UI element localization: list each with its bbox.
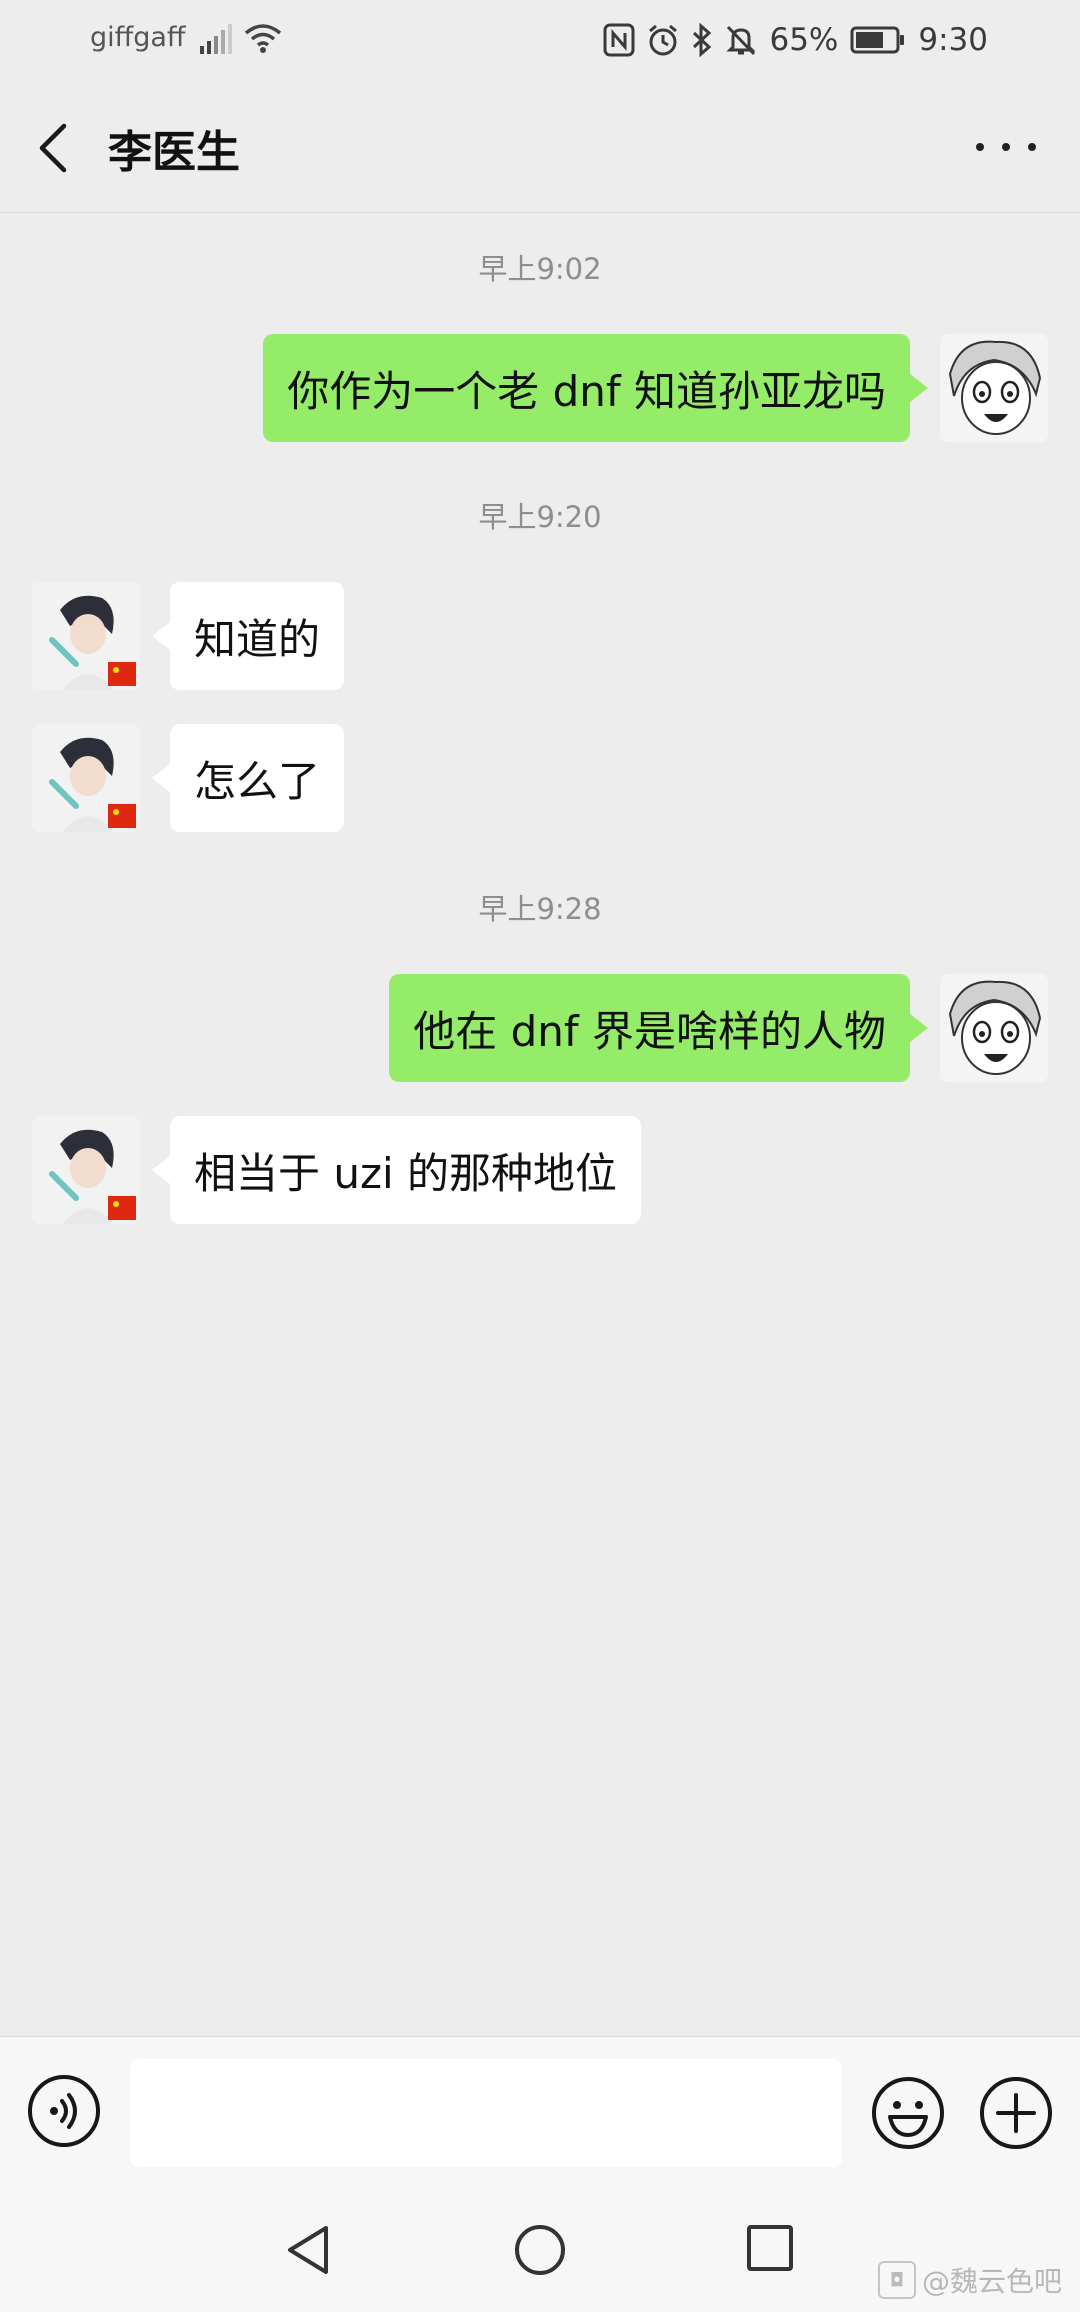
chat-header: 李医生 [0,80,1080,213]
message-text: 知道的 [194,614,321,664]
plus-icon[interactable] [978,2075,1054,2151]
clock-time: 9:30 [918,22,988,58]
timestamp: 早上9:28 [478,892,602,926]
system-nav-bar: ◘ @魏云色吧 [0,2196,1080,2312]
status-bar: giffgaff 65% 9:30 [0,0,1080,80]
message-bubble-incoming[interactable]: 怎么了 [151,724,345,832]
nav-home-icon[interactable] [514,2224,566,2276]
contact-avatar[interactable] [32,582,140,690]
message-bubble-outgoing[interactable]: 他在 dnf 界是啥样的人物 [389,974,928,1082]
my-avatar[interactable] [940,334,1048,442]
my-avatar[interactable] [940,974,1048,1082]
watermark-logo-icon: ◘ [877,2261,916,2299]
alarm-icon [649,24,678,56]
signal-icon [200,24,232,54]
more-dots-icon[interactable] [976,132,1036,162]
timestamp: 早上9:02 [478,252,602,286]
message-bubble-incoming[interactable]: 相当于 uzi 的那种地位 [151,1116,642,1224]
status-icons: 65% 9:30 [603,18,988,62]
chevron-left-icon[interactable] [34,120,74,176]
message-text: 你作为一个老 dnf 知道孙亚龙吗 [287,366,886,416]
chat-title: 李医生 [108,127,240,178]
wifi-icon [244,24,282,53]
battery-percent: 65% [769,22,839,58]
contact-avatar[interactable] [32,1116,140,1224]
nav-recent-icon[interactable] [746,2224,794,2272]
message-text: 怎么了 [194,756,321,806]
message-text: 相当于 uzi 的那种地位 [194,1148,618,1198]
nfc-icon [603,23,635,57]
contact-avatar[interactable] [32,724,140,832]
timestamp: 早上9:20 [478,500,602,534]
message-input[interactable] [130,2059,842,2167]
message-bubble-outgoing[interactable]: 你作为一个老 dnf 知道孙亚龙吗 [263,334,928,442]
watermark: ◘ @魏云色吧 [877,2260,1062,2300]
nav-back-icon[interactable] [284,2222,332,2278]
mute-icon [726,25,757,56]
voice-icon[interactable] [28,2075,100,2147]
message-text: 他在 dnf 界是啥样的人物 [413,1006,886,1056]
bluetooth-icon [693,23,712,57]
chat-input-bar [0,2036,1080,2197]
message-bubble-incoming[interactable]: 知道的 [151,582,345,690]
emoji-icon[interactable] [870,2075,946,2151]
battery-icon [850,26,905,54]
carrier-name: giffgaff [90,22,186,53]
watermark-text: @魏云色吧 [921,2265,1062,2298]
